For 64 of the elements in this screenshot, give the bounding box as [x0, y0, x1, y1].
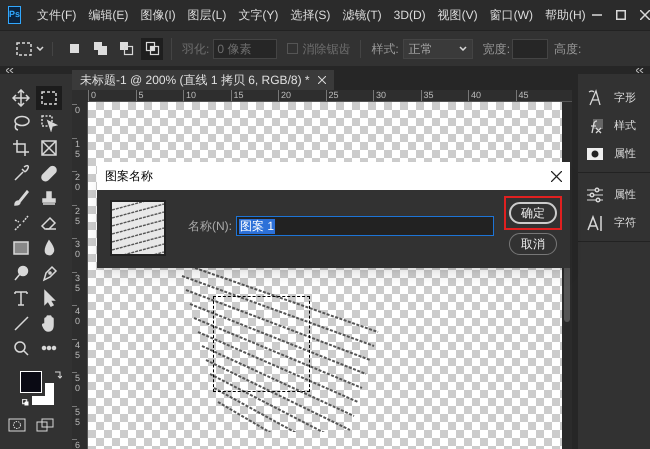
- feather-label: 羽化:: [182, 40, 210, 58]
- menu-item[interactable]: 文件(F): [31, 6, 82, 24]
- panel-label: 字符: [614, 216, 636, 231]
- menu-item[interactable]: 3D(D): [388, 6, 432, 24]
- menu-item[interactable]: 窗口(W): [484, 6, 539, 24]
- panel-label: 样式: [614, 118, 636, 134]
- panel-label: 字形: [614, 90, 636, 106]
- panel-label: 属性: [614, 146, 636, 162]
- pattern-thumbnail: [110, 200, 166, 256]
- default-colors-icon[interactable]: [22, 399, 29, 406]
- document-tab[interactable]: 未标题-1 @ 200% (直线 1 拷贝 6, RGB/8) *: [72, 70, 334, 90]
- quick-mask-icon[interactable]: [8, 418, 26, 432]
- ruler-label: 20: [278, 90, 326, 101]
- ruler-label: 30: [373, 90, 420, 101]
- style-label: 样式:: [371, 40, 399, 58]
- ruler-label: 0: [88, 90, 136, 101]
- character-icon: [586, 214, 604, 232]
- ruler-label: 45: [516, 90, 563, 101]
- menu-item[interactable]: 滤镜(T): [336, 6, 388, 24]
- close-icon[interactable]: [551, 170, 562, 182]
- menu-item[interactable]: 图层(L): [182, 6, 232, 24]
- panel-item[interactable]: 字形: [578, 86, 650, 110]
- maximize-icon[interactable]: [616, 10, 626, 20]
- screen-mode-icon[interactable]: [36, 418, 54, 432]
- properties-icon: [586, 145, 604, 163]
- caret-icon: [458, 46, 467, 51]
- height-label: 高度:: [554, 40, 582, 58]
- panel-item[interactable]: 属性: [578, 183, 650, 207]
- marquee-icon[interactable]: [16, 42, 32, 56]
- ruler-label: 15: [230, 90, 278, 101]
- ruler-label: 10: [183, 90, 230, 101]
- width-field[interactable]: [512, 38, 548, 58]
- ruler-label: 5: [136, 90, 183, 101]
- dialog-button[interactable]: 取消: [509, 233, 557, 255]
- foreground-swatch[interactable]: [20, 371, 42, 393]
- ruler-label: 35: [420, 90, 468, 101]
- menu-item[interactable]: 文字(Y): [232, 6, 284, 24]
- menu-item[interactable]: 帮助(H): [539, 6, 592, 24]
- dialog-title: 图案名称: [105, 168, 153, 185]
- caret-icon[interactable]: [36, 46, 44, 51]
- ruler-label: 40: [468, 90, 516, 101]
- dialog-button[interactable]: 确定: [509, 202, 557, 224]
- menu-item[interactable]: 视图(V): [432, 6, 484, 24]
- swap-icon[interactable]: [54, 371, 62, 379]
- antialias-label: 消除锯齿: [302, 40, 350, 58]
- panel-item[interactable]: 样式: [578, 114, 650, 138]
- ruler-label: 6: [72, 439, 77, 449]
- ruler-label: 25: [326, 90, 373, 101]
- menu-item[interactable]: 编辑(E): [82, 6, 134, 24]
- app-logo: Ps: [8, 6, 22, 24]
- marquee-icon[interactable]: [36, 86, 62, 110]
- menu-item[interactable]: 图像(I): [134, 6, 182, 24]
- width-label: 宽度:: [482, 40, 510, 58]
- style-dropdown[interactable]: 正常: [402, 38, 473, 58]
- panel-item[interactable]: 属性: [578, 142, 650, 166]
- sliders-icon: [586, 186, 604, 204]
- name-field[interactable]: 图案 1: [236, 216, 494, 236]
- collapse-icon[interactable]: [636, 68, 644, 72]
- panel-item[interactable]: 字符: [578, 211, 650, 235]
- intersect-selection-icon[interactable]: [141, 38, 163, 60]
- menu-item[interactable]: 选择(S): [284, 6, 336, 24]
- name-label: 名称(N):: [188, 218, 232, 235]
- collapse-icon[interactable]: [6, 68, 14, 72]
- panel-label: 属性: [614, 188, 636, 203]
